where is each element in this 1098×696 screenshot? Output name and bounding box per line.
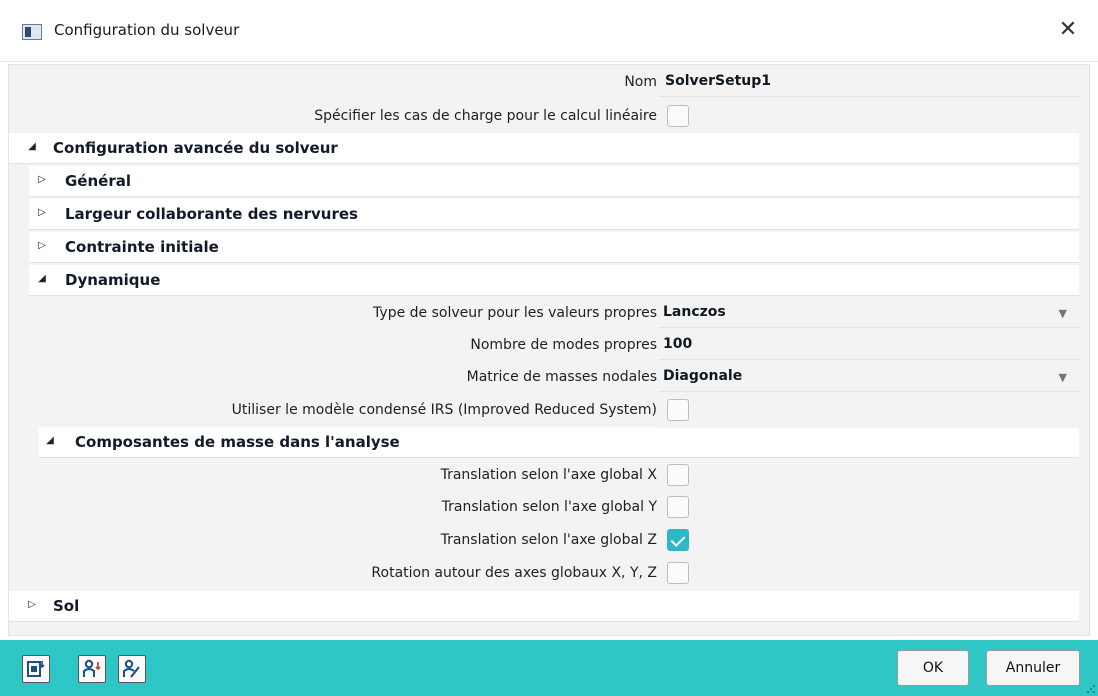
ty-checkbox[interactable]: [667, 496, 689, 518]
category-rib-width[interactable]: ▷ Largeur collaborante des nervures: [29, 199, 1079, 230]
row-tz: Translation selon l'axe global Z: [9, 525, 1089, 556]
ty-label: Translation selon l'axe global Y: [441, 499, 657, 515]
expand-triangle-icon[interactable]: ▷: [35, 207, 49, 218]
property-grid: Nom SolverSetup1 Spécifier les cas de ch…: [8, 64, 1090, 636]
row-tx: Translation selon l'axe global X: [9, 460, 1089, 491]
rib-width-label: Largeur collaborante des nervures: [65, 205, 358, 223]
row-load-cases: Spécifier les cas de charge pour le calc…: [9, 101, 1089, 132]
category-general[interactable]: ▷ Général: [29, 166, 1079, 197]
row-mass-matrix: Matrice de masses nodales Diagonale ▼: [9, 362, 1089, 393]
mass-matrix-select[interactable]: Diagonale ▼: [659, 363, 1079, 392]
resize-grip-icon[interactable]: [1086, 684, 1096, 694]
irs-checkbox[interactable]: [667, 399, 689, 421]
collapse-triangle-icon[interactable]: ◢: [25, 141, 39, 152]
row-eigen-solver: Type de solveur pour les valeurs propres…: [9, 298, 1089, 329]
eigen-solver-value: Lanczos: [663, 304, 726, 320]
row-num-modes: Nombre de modes propres 100: [9, 330, 1089, 361]
soil-label: Sol: [53, 597, 80, 615]
row-ty: Translation selon l'axe global Y: [9, 492, 1089, 523]
chevron-down-icon[interactable]: ▼: [1059, 307, 1067, 320]
row-nom: Nom SolverSetup1: [9, 67, 1089, 98]
eigen-solver-select[interactable]: Lanczos ▼: [659, 299, 1079, 328]
advanced-label: Configuration avancée du solveur: [53, 139, 338, 157]
cancel-button[interactable]: Annuler: [986, 650, 1080, 686]
user-edit-icon: [123, 659, 140, 678]
save-settings-button[interactable]: [118, 655, 146, 683]
window-title: Configuration du solveur: [54, 21, 240, 39]
row-rot: Rotation autour des axes globaux X, Y, Z: [9, 558, 1089, 589]
general-label: Général: [65, 172, 131, 190]
category-mass-components[interactable]: ◢ Composantes de masse dans l'analyse: [39, 427, 659, 458]
num-modes-label: Nombre de modes propres: [470, 337, 657, 353]
tz-checkbox[interactable]: [667, 529, 689, 551]
eigen-solver-label: Type de solveur pour les valeurs propres: [373, 305, 657, 321]
row-irs: Utiliser le modèle condensé IRS (Improve…: [9, 395, 1089, 426]
nom-value[interactable]: SolverSetup1: [665, 73, 771, 89]
expand-triangle-icon[interactable]: ▷: [25, 599, 39, 610]
mass-matrix-value: Diagonale: [663, 368, 743, 384]
initial-stress-label: Contrainte initiale: [65, 238, 219, 256]
mass-components-label: Composantes de masse dans l'analyse: [75, 433, 400, 451]
nom-value-cell[interactable]: SolverSetup1: [659, 68, 1079, 97]
num-modes-field[interactable]: 100: [659, 331, 1079, 360]
load-cases-label: Spécifier les cas de charge pour le calc…: [314, 108, 657, 124]
ok-button[interactable]: OK: [897, 650, 969, 686]
num-modes-value[interactable]: 100: [663, 336, 692, 352]
irs-label: Utiliser le modèle condensé IRS (Improve…: [231, 402, 657, 418]
category-advanced[interactable]: ◢ Configuration avancée du solveur: [9, 133, 1079, 164]
expand-triangle-icon[interactable]: ▷: [35, 240, 49, 251]
dialog-footer: OK Annuler: [0, 640, 1098, 696]
category-soil[interactable]: ▷ Sol: [9, 591, 1079, 622]
title-bar: Configuration du solveur ✕: [0, 0, 1098, 62]
collapse-triangle-icon[interactable]: ◢: [43, 435, 57, 446]
dynamics-label: Dynamique: [65, 271, 161, 289]
tx-checkbox[interactable]: [667, 464, 689, 486]
nom-label: Nom: [624, 74, 657, 90]
load-settings-button[interactable]: [78, 655, 106, 683]
mass-components-value-cell: [659, 428, 1079, 458]
tx-label: Translation selon l'axe global X: [440, 467, 657, 483]
document-export-icon: [27, 661, 45, 677]
dialog-app-icon: [22, 24, 42, 40]
rot-checkbox[interactable]: [667, 562, 689, 584]
chevron-down-icon[interactable]: ▼: [1059, 371, 1067, 384]
mass-matrix-label: Matrice de masses nodales: [466, 369, 657, 385]
tz-label: Translation selon l'axe global Z: [440, 532, 657, 548]
expand-triangle-icon[interactable]: ▷: [35, 174, 49, 185]
category-initial-stress[interactable]: ▷ Contrainte initiale: [29, 232, 1079, 263]
export-doc-button[interactable]: [22, 655, 50, 683]
user-download-icon: [83, 659, 101, 677]
load-cases-checkbox[interactable]: [667, 105, 689, 127]
category-dynamics[interactable]: ◢ Dynamique: [29, 265, 1079, 296]
rot-label: Rotation autour des axes globaux X, Y, Z: [371, 565, 657, 581]
close-button[interactable]: ✕: [1052, 14, 1084, 46]
collapse-triangle-icon[interactable]: ◢: [35, 273, 49, 284]
